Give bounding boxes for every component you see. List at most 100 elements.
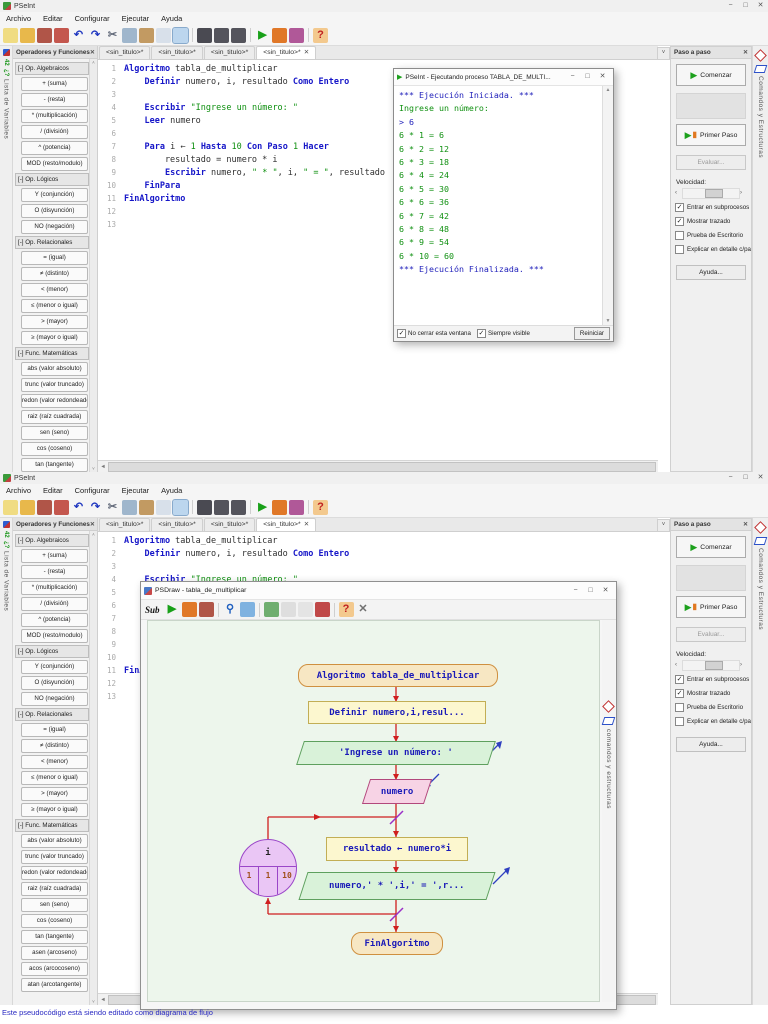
ops-item[interactable]: MOD (resto/modulo)	[21, 157, 88, 171]
ops-item[interactable]: = (igual)	[21, 251, 88, 265]
save-icon[interactable]	[37, 27, 52, 43]
copy-icon[interactable]	[122, 27, 137, 43]
slider-thumb[interactable]	[705, 188, 724, 198]
commands-panel-tab[interactable]: Comandos y Estructuras	[752, 46, 768, 472]
minimize-button[interactable]: −	[723, 0, 738, 12]
minimize-button[interactable]: −	[723, 472, 738, 484]
scroll-up-icon[interactable]: ˄	[92, 532, 95, 537]
ops-item[interactable]: raiz (raíz cuadrada)	[21, 410, 88, 424]
save-all-icon[interactable]	[54, 499, 69, 515]
operators-scrollbar[interactable]: ˄ ˅	[89, 59, 97, 472]
ops-item[interactable]: / (división)	[21, 597, 88, 611]
psdraw-window[interactable]: PSDraw - tabla_de_multiplicar − □ ✕ Sub …	[140, 581, 617, 1010]
ops-item[interactable]: / (división)	[21, 125, 88, 139]
maximize-button[interactable]: □	[583, 585, 598, 597]
ops-item[interactable]: abs (valor absoluto)	[21, 362, 88, 376]
ops-item[interactable]: * (multiplicación)	[21, 581, 88, 595]
paste-icon[interactable]	[139, 27, 154, 43]
ops-item[interactable]: Y (conjunción)	[21, 660, 88, 674]
help-icon[interactable]: ?	[313, 499, 328, 515]
ops-item[interactable]: acos (arcocoseno)	[21, 962, 88, 976]
slider-right-icon[interactable]: ›	[740, 190, 747, 196]
operators-scrollbar[interactable]: ˄ ˅	[89, 531, 97, 1005]
reiniciar-button[interactable]: Reiniciar	[573, 327, 610, 340]
ops-item[interactable]: sen (seno)	[21, 898, 88, 912]
scroll-down-icon[interactable]: ˅	[92, 999, 95, 1004]
ayuda-button[interactable]: Ayuda...	[676, 737, 746, 752]
commands-panel-tab[interactable]: Comandos y Estructuras	[752, 518, 768, 1005]
tab-2[interactable]: <sin_titulo>*	[151, 518, 203, 531]
checkbox-icon[interactable]	[675, 231, 684, 240]
tab-2[interactable]: <sin_titulo>*	[151, 46, 203, 59]
save-icon[interactable]	[37, 499, 52, 515]
checkbox-explicar-en-detalle-c-paso[interactable]: Explicar en detalle c/paso	[675, 245, 751, 254]
subprocess-label[interactable]: Sub	[145, 605, 160, 615]
slider-right-icon[interactable]: ›	[740, 662, 747, 668]
format-icon[interactable]	[156, 27, 171, 43]
ops-item[interactable]: abs (valor absoluto)	[21, 834, 88, 848]
maximize-button[interactable]: □	[580, 71, 595, 83]
checkbox-icon[interactable]	[675, 245, 684, 254]
flowchart-end-node[interactable]: FinAlgoritmo	[351, 932, 443, 955]
close-button[interactable]: ✕	[598, 585, 613, 597]
slider-left-icon[interactable]: ‹	[675, 190, 682, 196]
help-icon[interactable]: ?	[313, 27, 328, 43]
ops-item[interactable]: MOD (resto/modulo)	[21, 629, 88, 643]
tab-overflow-button[interactable]: ˅	[657, 519, 670, 532]
velocidad-slider[interactable]: ‹ ›	[675, 659, 747, 671]
tab-3[interactable]: <sin_titulo>*	[203, 518, 256, 531]
ops-section-header[interactable]: [-] Func. Matemáticas	[15, 347, 89, 360]
velocidad-slider[interactable]: ‹ ›	[675, 187, 747, 199]
format-icon[interactable]	[156, 499, 171, 515]
step-view-icon[interactable]	[172, 498, 189, 516]
checkbox-mostrar-trazado[interactable]: ✓ Mostrar trazado	[675, 689, 751, 698]
minimize-button[interactable]: −	[565, 71, 580, 83]
ops-item[interactable]: atan (arcotangente)	[21, 978, 88, 992]
ops-section-header[interactable]: [-] Op. Lógicos	[15, 173, 89, 186]
undo-icon[interactable]: ↶	[71, 28, 86, 43]
editor-hscrollbar[interactable]: ◄	[98, 460, 658, 472]
ops-item[interactable]: raiz (raíz cuadrada)	[21, 882, 88, 896]
ops-item[interactable]: = (igual)	[21, 723, 88, 737]
open-file-icon[interactable]	[20, 27, 35, 43]
scroll-up-icon[interactable]: ˄	[92, 60, 95, 65]
tab-4[interactable]: <sin_titulo>* ✕	[256, 46, 317, 59]
scroll-down-icon[interactable]: ˅	[92, 466, 95, 471]
ops-item[interactable]: > (mayor)	[21, 787, 88, 801]
maximize-button[interactable]: □	[738, 0, 753, 12]
flowchart-start-node[interactable]: Algoritmo tabla_de_multiplicar	[298, 664, 498, 687]
ops-item[interactable]: * (multiplicación)	[21, 109, 88, 123]
ayuda-button[interactable]: Ayuda...	[676, 265, 746, 280]
labels-icon[interactable]	[297, 602, 313, 617]
psdraw-title-bar[interactable]: PSDraw - tabla_de_multiplicar − □ ✕	[141, 582, 616, 600]
tab-overflow-button[interactable]: ˅	[657, 47, 670, 60]
close-icon[interactable]: ✕	[356, 602, 371, 617]
checkbox-icon[interactable]: ✓	[397, 329, 406, 338]
ops-item[interactable]: + (suma)	[21, 549, 88, 563]
ops-item[interactable]: ^ (potencia)	[21, 141, 88, 155]
console-output[interactable]: *** Ejecución Iniciada. *** Ingrese un nú…	[394, 86, 603, 325]
find-icon[interactable]	[197, 499, 212, 515]
ops-item[interactable]: > (mayor)	[21, 315, 88, 329]
checkbox-icon[interactable]: ✓	[675, 203, 684, 212]
tab-close-icon[interactable]: ✕	[304, 519, 309, 531]
slider-track[interactable]	[682, 187, 740, 199]
checkbox-icon[interactable]: ✓	[675, 689, 684, 698]
ops-item[interactable]: ≠ (distinto)	[21, 739, 88, 753]
step-run-icon[interactable]	[272, 499, 287, 515]
run-icon[interactable]: ▶	[255, 500, 270, 515]
primer-paso-button[interactable]: ▶ ▮ Primer Paso	[676, 124, 746, 146]
close-button[interactable]: ✕	[753, 472, 768, 484]
close-button[interactable]: ✕	[595, 71, 610, 83]
menu-configurar[interactable]: Configurar	[69, 484, 116, 497]
ops-item[interactable]: O (disyunción)	[21, 204, 88, 218]
ops-section-header[interactable]: [-] Op. Relacionales	[15, 236, 89, 249]
flowchart-loop-node[interactable]: i 1 1 10	[239, 839, 297, 897]
flowchart-output2-node[interactable]: numero,' * ',i,' = ',r...	[298, 872, 496, 900]
ops-section-header[interactable]: [-] Op. Algebraicos	[15, 62, 89, 75]
copy-icon[interactable]	[122, 499, 137, 515]
close-button[interactable]: ✕	[753, 0, 768, 12]
tab-1[interactable]: <sin_titulo>*	[99, 518, 151, 531]
flowchart-output-node[interactable]: 'Ingrese un número: '	[296, 741, 496, 765]
checkbox-prueba-de-escritorio[interactable]: Prueba de Escritorio	[675, 703, 751, 712]
